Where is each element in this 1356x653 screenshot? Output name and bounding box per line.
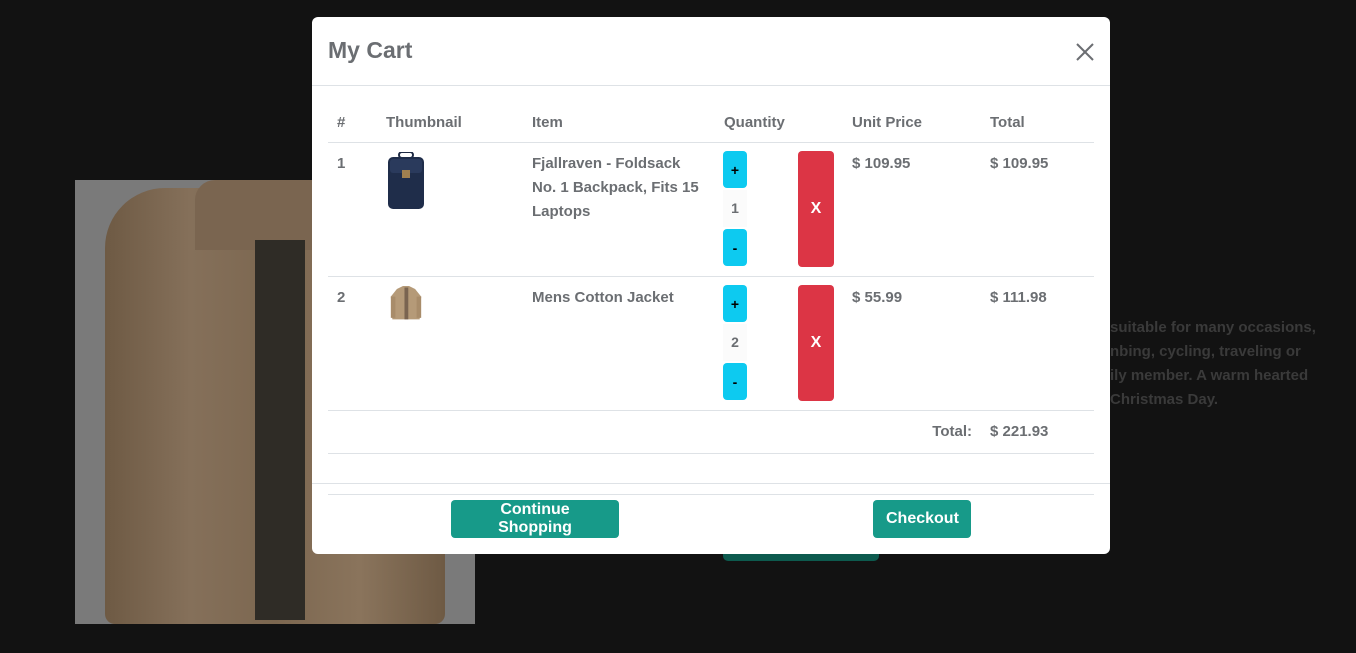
- checkout-button[interactable]: Checkout: [873, 500, 971, 538]
- backpack-thumbnail: [377, 142, 523, 277]
- remove-item-button[interactable]: X: [798, 285, 834, 401]
- jacket-thumbnail: [377, 276, 523, 411]
- row-index: 2: [328, 276, 377, 411]
- remove-item-button[interactable]: X: [798, 151, 834, 267]
- modal-header: My Cart: [312, 17, 1110, 86]
- quantity-cell: + 2 - X: [715, 276, 843, 411]
- total-value: $ 221.93: [981, 410, 1094, 454]
- decrease-quantity-button[interactable]: -: [723, 229, 747, 266]
- modal-title: My Cart: [328, 37, 413, 63]
- cart-modal: My Cart # Thumbnail Item Quantity Unit P…: [312, 17, 1110, 554]
- decrease-quantity-button[interactable]: -: [723, 363, 747, 400]
- quantity-cell: + 1 - X: [715, 142, 843, 277]
- modal-footer: Continue Shopping Checkout: [312, 483, 1110, 554]
- col-total: Total: [981, 103, 1094, 143]
- col-quantity: Quantity: [715, 103, 843, 143]
- close-icon[interactable]: [1072, 39, 1098, 65]
- item-name: Fjallraven - Foldsack No. 1 Backpack, Fi…: [523, 142, 715, 277]
- quantity-value: 2: [723, 324, 747, 361]
- col-thumbnail: Thumbnail: [377, 103, 523, 143]
- total-label: Total:: [843, 410, 981, 454]
- table-header-row: # Thumbnail Item Quantity Unit Price Tot…: [328, 103, 1094, 143]
- continue-shopping-button[interactable]: Continue Shopping: [451, 500, 619, 538]
- line-total: $ 111.98: [981, 276, 1094, 411]
- col-unit-price: Unit Price: [843, 103, 981, 143]
- col-item: Item: [523, 103, 715, 143]
- table-row: 1 Fjallraven - Foldsack No. 1 Backpack, …: [328, 142, 1094, 277]
- table-row: 2 Mens Cotton Jacket + 2 - X $ 55.99 $ 1…: [328, 276, 1094, 411]
- row-index: 1: [328, 142, 377, 277]
- cart-table: # Thumbnail Item Quantity Unit Price Tot…: [328, 103, 1094, 495]
- unit-price: $ 109.95: [843, 142, 981, 277]
- unit-price: $ 55.99: [843, 276, 981, 411]
- quantity-value: 1: [723, 190, 747, 227]
- line-total: $ 109.95: [981, 142, 1094, 277]
- col-index: #: [328, 103, 377, 143]
- increase-quantity-button[interactable]: +: [723, 151, 747, 188]
- total-row: Total: $ 221.93: [328, 410, 1094, 454]
- item-name: Mens Cotton Jacket: [523, 276, 715, 411]
- increase-quantity-button[interactable]: +: [723, 285, 747, 322]
